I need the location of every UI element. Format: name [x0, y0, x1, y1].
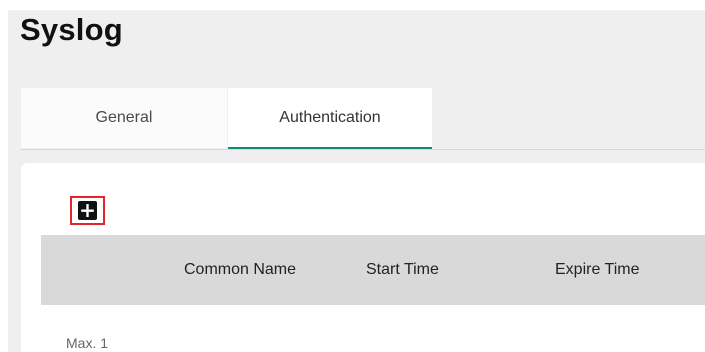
tab-authentication[interactable]: Authentication	[228, 88, 432, 148]
page-title: Syslog	[20, 12, 123, 47]
column-header-start-time: Start Time	[366, 261, 439, 278]
tab-general[interactable]: General	[21, 88, 227, 148]
plus-icon: +	[78, 198, 97, 222]
max-entries-text: Max. 1	[66, 335, 109, 351]
column-header-common-name: Common Name	[184, 261, 297, 278]
tab-bar: General Authentication	[21, 88, 705, 150]
syslog-page: Syslog General Authentication + Common N…	[0, 0, 705, 352]
tab-divider	[21, 149, 705, 150]
add-button[interactable]: +	[70, 196, 105, 225]
table-header: Common Name Start Time Expire Time	[41, 235, 705, 305]
column-header-expire-time: Expire Time	[555, 261, 640, 278]
